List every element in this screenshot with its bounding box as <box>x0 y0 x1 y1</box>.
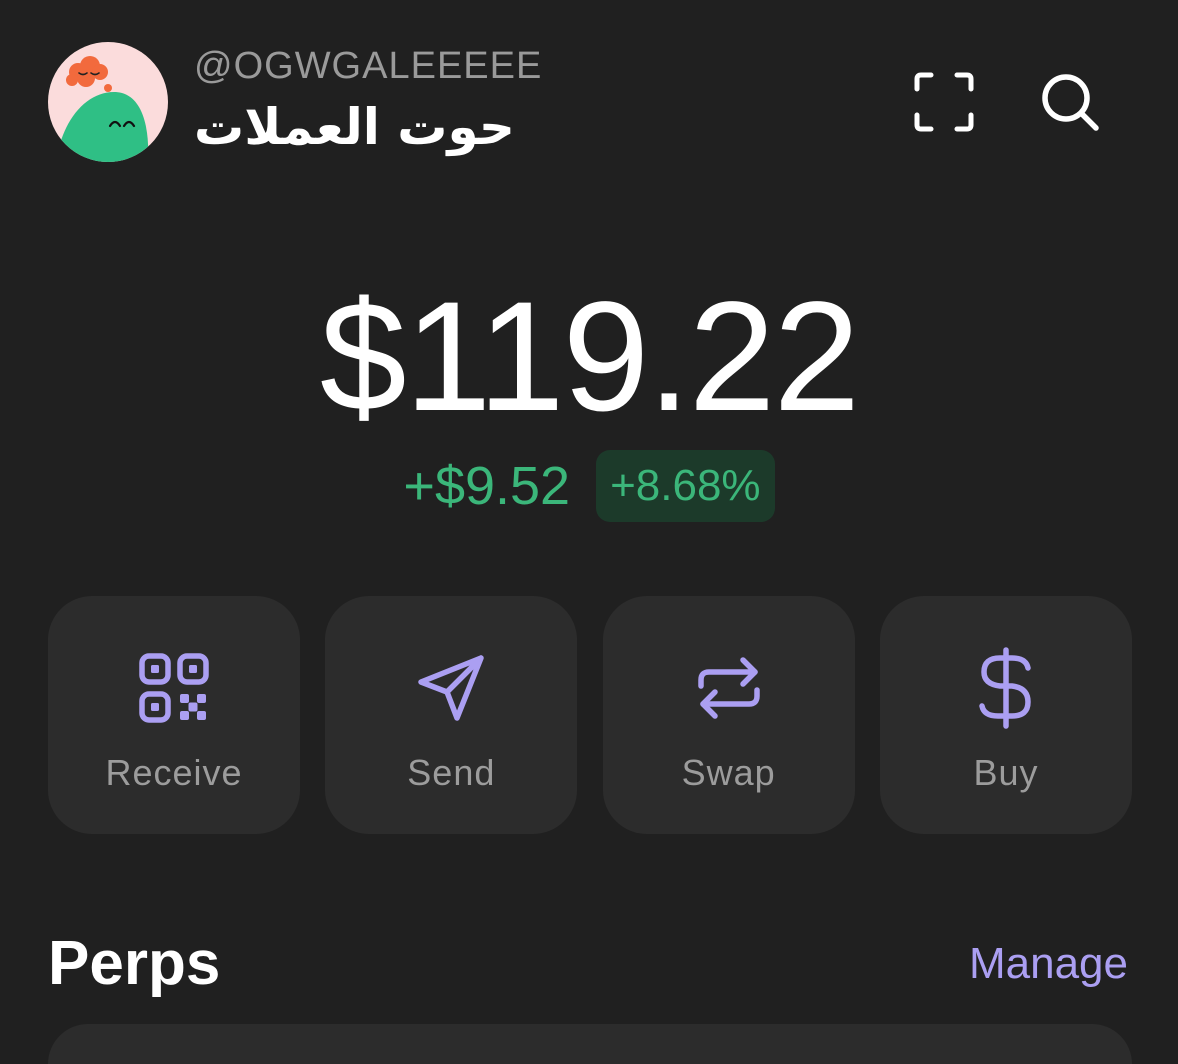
scan-icon <box>914 72 974 132</box>
total-balance: $119.22 <box>319 270 860 444</box>
qr-code-icon <box>134 648 214 728</box>
perps-card[interactable] <box>48 1024 1132 1064</box>
receive-button[interactable]: Receive <box>48 596 300 834</box>
buy-label: Buy <box>973 752 1039 793</box>
scan-button[interactable] <box>908 66 980 138</box>
search-icon <box>1042 74 1099 131</box>
swap-button[interactable]: Swap <box>602 596 855 834</box>
account-handle: @OGWGALEEEEE <box>194 45 543 87</box>
balance-change: +$9.52 +8.68% <box>0 450 1178 522</box>
account-display-name: حوت العملات <box>194 98 515 156</box>
manage-link[interactable]: Manage <box>969 936 1128 992</box>
send-button[interactable]: Send <box>325 596 578 834</box>
swap-icon <box>689 648 769 728</box>
dollar-icon <box>966 647 1046 729</box>
send-icon <box>411 648 491 728</box>
swap-label: Swap <box>681 752 776 793</box>
receive-label: Receive <box>105 752 243 793</box>
avatar[interactable] <box>48 42 168 162</box>
action-buttons: Receive Send Swap Buy <box>48 596 1132 834</box>
buy-button[interactable]: Buy <box>879 596 1132 834</box>
perps-section-title: Perps <box>48 929 221 998</box>
avatar-illustration <box>48 42 168 162</box>
change-percent-badge: +8.68% <box>596 450 775 522</box>
change-amount: +$9.52 <box>403 456 571 516</box>
search-button[interactable] <box>1034 66 1106 138</box>
send-label: Send <box>407 752 496 793</box>
